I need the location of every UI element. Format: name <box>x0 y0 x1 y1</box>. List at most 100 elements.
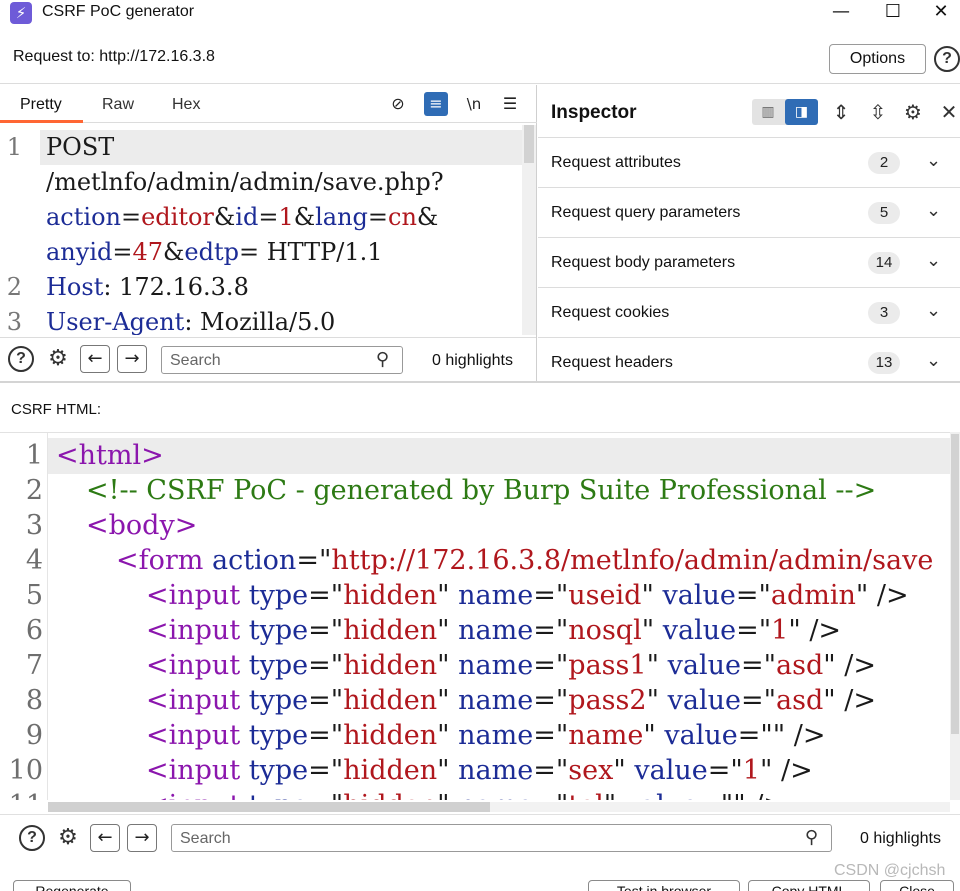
code-token: =" <box>308 650 344 681</box>
inspector-title: Inspector <box>551 102 637 123</box>
code-token: =" <box>533 720 569 751</box>
chevron-down-icon[interactable]: ⌄ <box>926 250 941 271</box>
csrf-code-line: 2 <!-- CSRF PoC - generated by Burp Suite… <box>0 473 960 508</box>
code-token: < <box>56 440 79 471</box>
inspector-row-label: Request query parameters <box>551 204 741 221</box>
inspector-row-headers[interactable]: Request headers 13 ⌄ <box>538 337 960 387</box>
inspector-settings-gear-icon[interactable]: ⚙ <box>900 99 926 125</box>
line-text: <input type="hidden" name="pass2" value=… <box>146 683 876 718</box>
test-in-browser-button[interactable]: Test in browser <box>588 880 740 891</box>
help-icon[interactable]: ? <box>934 46 960 72</box>
csrf-help-icon[interactable]: ? <box>19 825 45 851</box>
code-token: useid <box>568 580 642 611</box>
copy-html-button[interactable]: Copy HTML <box>748 880 870 891</box>
code-token: type <box>248 615 309 646</box>
tab-pretty[interactable]: Pretty <box>20 96 62 114</box>
line-number: 3 <box>25 510 43 541</box>
collapse-all-icon[interactable]: ⇳ <box>865 99 891 125</box>
active-tab-indicator <box>0 120 83 123</box>
code-token: =" <box>736 615 772 646</box>
inspector-row-label: Request attributes <box>551 154 681 171</box>
line-text: <!-- CSRF PoC - generated by Burp Suite … <box>86 473 876 508</box>
request-search-prev-button[interactable]: ← <box>80 345 110 373</box>
code-token: name <box>458 755 534 786</box>
request-vertical-scrollbar[interactable] <box>522 125 536 335</box>
csrf-highlights-count: 0 highlights <box>860 830 941 847</box>
code-token: = <box>120 203 142 231</box>
layout-stacked-icon[interactable]: ▥ <box>752 99 784 125</box>
code-token: <body> <box>86 510 198 541</box>
code-token: type <box>248 755 309 786</box>
inspector-row-request-attributes[interactable]: Request attributes 2 ⌄ <box>538 137 960 187</box>
code-token: action <box>211 545 297 576</box>
csrf-html-editor[interactable]: 1 <html> 2 <!-- CSRF PoC - generated by Bur… <box>0 432 960 800</box>
line-text: POST <box>46 130 114 165</box>
options-button[interactable]: Options <box>829 44 926 74</box>
maximize-button[interactable]: ☐ <box>870 0 916 26</box>
code-token: =" <box>707 755 743 786</box>
close-button[interactable]: Close <box>880 880 954 891</box>
chevron-down-icon[interactable]: ⌄ <box>926 350 941 371</box>
code-token: =" <box>308 685 344 716</box>
inspector-layout-toggle[interactable]: ▥ ◨ <box>752 99 818 125</box>
inspector-row-label: Request body parameters <box>551 254 736 271</box>
inspector-row-query-parameters[interactable]: Request query parameters 5 ⌄ <box>538 187 960 237</box>
code-token: 1 <box>742 755 760 786</box>
hide-nonprintable-icon[interactable]: ⊘ <box>386 92 410 116</box>
request-search-next-button[interactable]: → <box>117 345 147 373</box>
tab-raw[interactable]: Raw <box>102 96 134 114</box>
show-newlines-icon[interactable]: \n <box>462 92 486 116</box>
tab-hex[interactable]: Hex <box>172 96 200 114</box>
minimize-button[interactable]: — <box>818 0 864 26</box>
chevron-down-icon[interactable]: ⌄ <box>926 300 941 321</box>
code-token: " /> <box>759 755 813 786</box>
layout-sidebar-icon[interactable]: ◨ <box>785 99 818 125</box>
pane-splitter[interactable] <box>0 381 960 383</box>
line-number: 11 <box>0 788 43 800</box>
csrf-code-line: 6 <input type="hidden" name="nosql" value… <box>0 613 960 648</box>
csrf-search-next-button[interactable]: → <box>127 824 157 852</box>
line-number: 8 <box>25 685 43 716</box>
csrf-settings-gear-icon[interactable]: ⚙ <box>54 824 82 852</box>
request-code-area[interactable]: 1 POST/metlnfo/admin/admin/save.php? actio… <box>0 125 536 335</box>
code-token: =" <box>296 545 332 576</box>
csrf-search-prev-button[interactable]: ← <box>90 824 120 852</box>
request-view-tabs: Pretty Raw Hex ⊘ ≡ \n ☰ <box>0 85 537 123</box>
inspector-row-body-parameters[interactable]: Request body parameters 14 ⌄ <box>538 237 960 287</box>
request-settings-gear-icon[interactable]: ⚙ <box>44 345 72 373</box>
inspector-row-count: 3 <box>868 302 900 324</box>
request-scroll-thumb[interactable] <box>524 125 534 163</box>
line-text: <body> <box>86 508 197 543</box>
code-token: 47 <box>132 238 164 266</box>
request-help-icon[interactable]: ? <box>8 346 34 372</box>
code-token: 1 <box>771 615 789 646</box>
close-window-button[interactable]: ✕ <box>922 0 960 26</box>
code-token: type <box>249 790 308 800</box>
line-number: 1 <box>6 133 22 161</box>
csrf-hscroll-thumb[interactable] <box>48 802 490 812</box>
chevron-down-icon[interactable]: ⌄ <box>926 200 941 221</box>
csrf-vertical-scrollbar[interactable] <box>950 432 960 800</box>
wrap-lines-icon[interactable]: ≡ <box>424 92 448 116</box>
code-token: =" <box>308 790 343 800</box>
code-token: =" <box>533 685 569 716</box>
editor-menu-icon[interactable]: ☰ <box>498 92 522 116</box>
inspector-close-icon[interactable]: ✕ <box>936 99 960 125</box>
csrf-search-input[interactable]: Search ⚲ <box>171 824 832 852</box>
code-token: asd <box>776 650 824 681</box>
code-token: =" <box>533 790 568 800</box>
csrf-scroll-thumb[interactable] <box>951 434 959 734</box>
request-search-input[interactable]: Search ⚲ <box>161 346 403 374</box>
code-token: html <box>78 440 142 471</box>
csrf-code-line: 7 <input type="hidden" name="pass1" value… <box>0 648 960 683</box>
regenerate-button[interactable]: Regenerate <box>13 880 131 891</box>
code-token: " <box>437 615 459 646</box>
chevron-down-icon[interactable]: ⌄ <box>926 150 941 171</box>
csrf-horizontal-scrollbar[interactable] <box>48 802 950 812</box>
inspector-row-count: 5 <box>868 202 900 224</box>
code-token: /metlnfo/admin/admin/save.php? <box>46 168 444 196</box>
expand-all-icon[interactable]: ⇕ <box>828 99 854 125</box>
line-number: 7 <box>25 650 43 681</box>
line-text: <input type="hidden" name="tel" value=""… <box>146 788 786 800</box>
inspector-row-cookies[interactable]: Request cookies 3 ⌄ <box>538 287 960 337</box>
